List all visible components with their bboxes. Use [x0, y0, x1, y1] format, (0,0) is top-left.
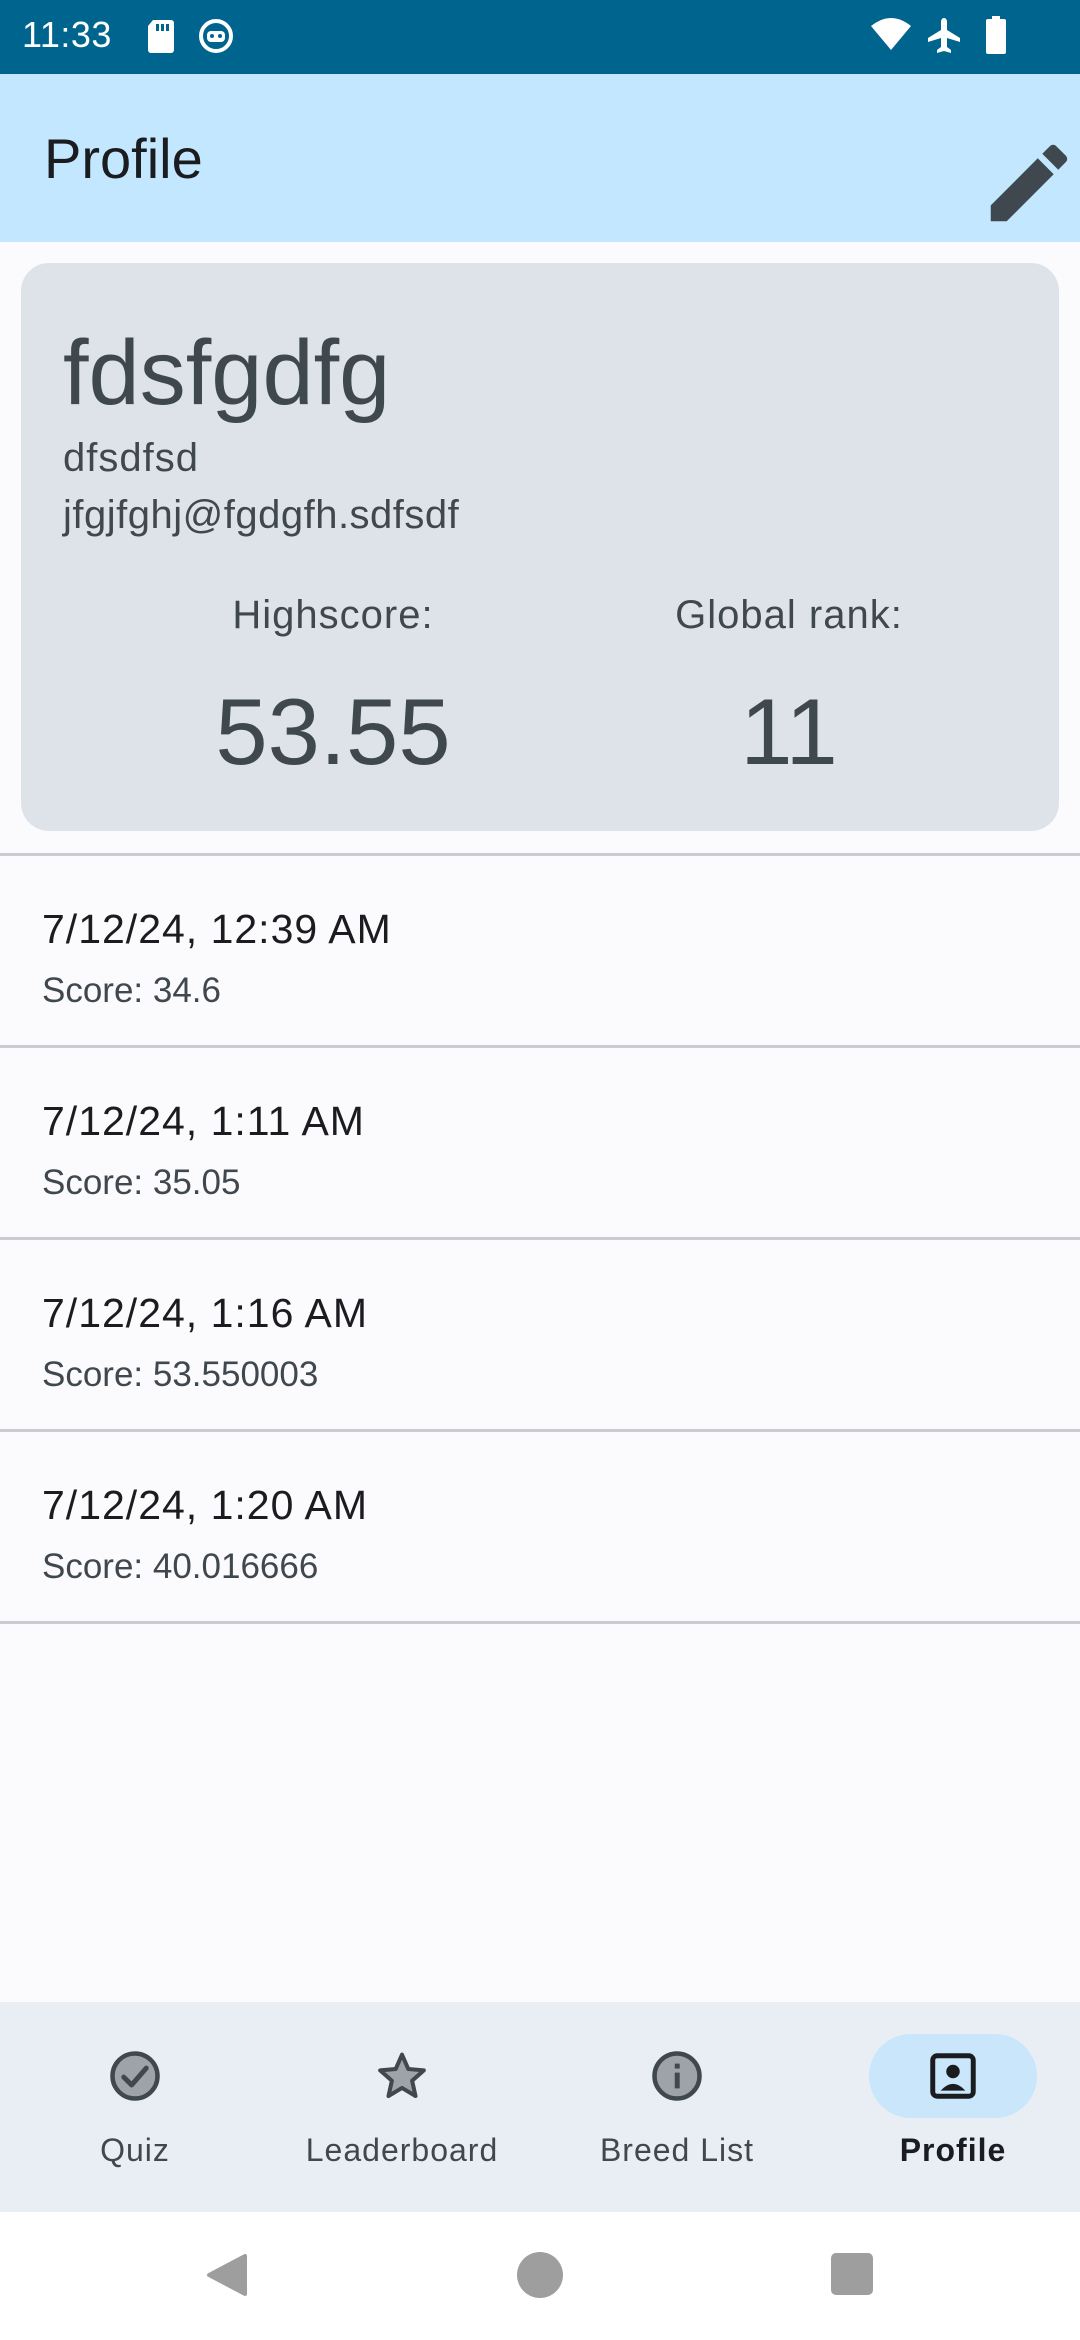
history-list-item[interactable]: 7/12/24, 1:20 AM Score: 40.016666 — [0, 1432, 1080, 1622]
history-score: Score: 40.016666 — [42, 1547, 319, 1586]
nav-item-breed-list[interactable]: Breed List — [542, 2002, 812, 2212]
status-time: 11:33 — [22, 14, 112, 55]
wifi-icon — [871, 18, 911, 50]
history-list-item[interactable]: 7/12/24, 1:16 AM Score: 53.550003 — [0, 1240, 1080, 1430]
bottom-navigation-bar: Quiz Leaderboard Breed List Profile — [0, 2002, 1080, 2212]
back-icon[interactable] — [203, 2250, 253, 2300]
system-navigation-bar — [0, 2212, 1080, 2340]
top-app-bar: Profile — [0, 74, 1080, 242]
sd-card-icon — [148, 20, 174, 53]
history-date: 7/12/24, 12:39 AM — [42, 906, 392, 952]
airplane-mode-icon — [928, 18, 960, 53]
battery-icon — [986, 16, 1006, 54]
history-score: Score: 34.6 — [42, 971, 221, 1010]
history-date: 7/12/24, 1:16 AM — [42, 1290, 369, 1336]
recents-icon[interactable] — [828, 2250, 878, 2300]
nav-item-quiz[interactable]: Quiz — [0, 2002, 270, 2212]
nav-label: Profile — [899, 2132, 1007, 2168]
nav-label: Leaderboard — [305, 2132, 499, 2168]
nav-label: Breed List — [599, 2132, 755, 2168]
check-circle-icon — [110, 2051, 160, 2101]
history-score: Score: 35.05 — [42, 1163, 241, 1202]
account-box-icon — [930, 2053, 976, 2099]
history-score: Score: 53.550003 — [42, 1355, 319, 1394]
home-icon[interactable] — [515, 2250, 565, 2300]
profile-card: fdsfgdfg dfsdfsd jfgjfghj@fgdgfh.sdfsdf … — [21, 263, 1059, 831]
info-icon — [652, 2051, 702, 2101]
highscore-label: Highscore: — [232, 593, 434, 637]
status-bar: 11:33 — [0, 0, 1080, 74]
global-rank-label: Global rank: — [675, 593, 903, 637]
nav-item-leaderboard[interactable]: Leaderboard — [267, 2002, 537, 2212]
edit-icon[interactable] — [978, 132, 1080, 234]
android-debug-icon — [199, 19, 233, 53]
history-date: 7/12/24, 1:11 AM — [42, 1098, 365, 1144]
divider — [0, 1621, 1080, 1624]
highscore-value: 53.55 — [215, 679, 451, 784]
history-date: 7/12/24, 1:20 AM — [42, 1482, 369, 1528]
nav-item-profile[interactable]: Profile — [818, 2002, 1080, 2212]
history-list-item[interactable]: 7/12/24, 12:39 AM Score: 34.6 — [0, 856, 1080, 1046]
profile-email: jfgjfghj@fgdgfh.sdfsdf — [63, 493, 460, 537]
star-icon — [378, 2052, 426, 2099]
page-title: Profile — [44, 127, 203, 190]
profile-name: fdsfgdfg — [63, 322, 391, 424]
global-rank-value: 11 — [740, 679, 838, 784]
history-list-item[interactable]: 7/12/24, 1:11 AM Score: 35.05 — [0, 1048, 1080, 1238]
profile-nickname: dfsdfsd — [63, 436, 199, 480]
nav-label: Quiz — [100, 2132, 170, 2168]
